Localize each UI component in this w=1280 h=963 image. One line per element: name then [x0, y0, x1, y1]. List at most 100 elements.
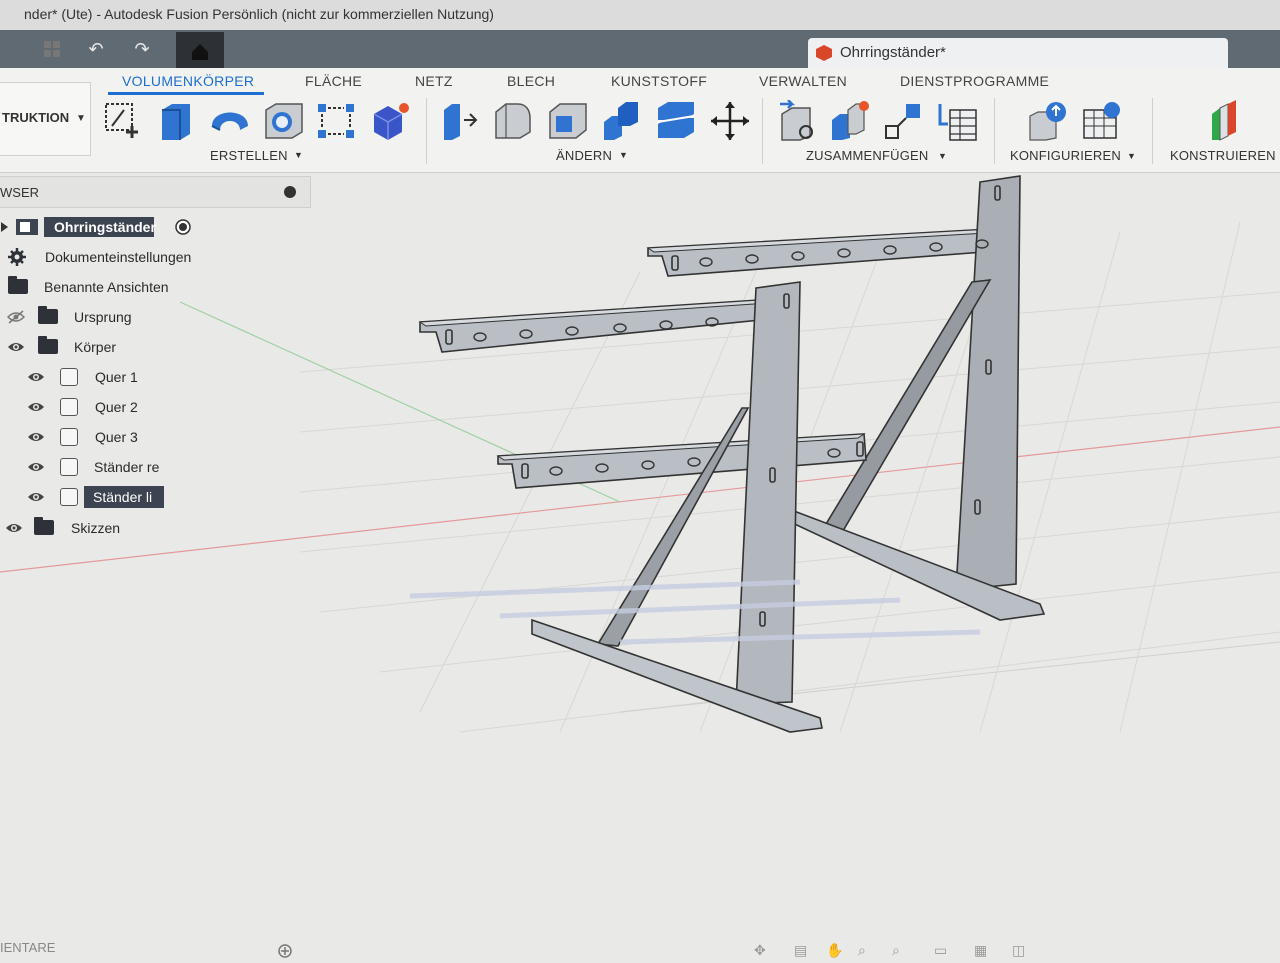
folder-icon — [38, 336, 58, 354]
eye-icon[interactable] — [5, 521, 23, 535]
eye-icon[interactable] — [27, 400, 45, 414]
tab-blech[interactable]: BLECH — [507, 73, 555, 89]
browser-header[interactable]: WSER — [0, 176, 311, 208]
split-body-icon[interactable] — [654, 100, 698, 142]
group-separator — [994, 98, 995, 164]
zoom-icon[interactable]: ⌕ — [858, 942, 874, 958]
redo-icon[interactable]: ↷ — [130, 38, 154, 60]
tree-item-ursprung[interactable]: Ursprung — [0, 304, 300, 330]
undo-icon[interactable]: ↶ — [84, 38, 108, 60]
tree-item-benannte-ansichten[interactable]: Benannte Ansichten — [0, 274, 300, 300]
tree-item-label: Skizzen — [71, 520, 121, 536]
joint-icon[interactable] — [828, 100, 872, 142]
tab-verwalten[interactable]: VERWALTEN — [759, 73, 847, 89]
tab-volumenkoerper[interactable]: VOLUMENKÖRPER — [122, 73, 254, 89]
configuration-table-icon[interactable] — [1080, 100, 1124, 142]
combine-icon[interactable] — [600, 100, 644, 142]
chevron-down-icon[interactable]: ▼ — [619, 150, 628, 160]
tab-dienstprogramme[interactable]: DIENSTPROGRAMME — [900, 73, 1049, 89]
tree-root-item[interactable]: Ohrringständer — [44, 217, 156, 237]
create-form-icon[interactable] — [368, 100, 412, 142]
group-erstellen-label[interactable]: ERSTELLEN — [210, 148, 288, 163]
tree-item-koerper[interactable]: Körper — [0, 334, 300, 360]
shell-icon[interactable] — [546, 100, 590, 142]
as-built-joint-icon[interactable] — [882, 100, 926, 142]
document-tab[interactable]: Ohrringständer* — [808, 38, 1228, 68]
tree-item-quer-3[interactable]: Quer 3 — [0, 424, 300, 450]
eye-icon[interactable] — [27, 490, 45, 504]
grid-icon[interactable] — [40, 38, 64, 60]
eye-icon[interactable] — [27, 370, 45, 384]
tree-item-staender-re[interactable]: Ständer re — [0, 454, 300, 480]
tree-item-label: Benannte Ansichten — [44, 279, 169, 295]
fit-icon[interactable]: ⌕ — [892, 942, 908, 958]
tree-item-label: Ständer re — [94, 459, 160, 475]
tree-item-quer-2[interactable]: Quer 2 — [0, 394, 300, 420]
pan-icon[interactable]: ✋ — [826, 942, 843, 958]
browser-title: WSER — [0, 185, 39, 200]
group-konstruieren-label[interactable]: KONSTRUIEREN — [1170, 148, 1276, 163]
tree-item-dokumenteinstellungen[interactable]: Dokumenteinstellungen — [0, 244, 300, 270]
eye-icon[interactable] — [27, 460, 45, 474]
component-icon — [16, 219, 38, 235]
ribbon: TRUKTION ▼ VOLUMENKÖRPER FLÄCHE NETZ BLE… — [0, 68, 1280, 173]
tab-flaeche[interactable]: FLÄCHE — [305, 73, 362, 89]
folder-icon — [34, 517, 54, 535]
grid-settings-icon[interactable]: ▦ — [974, 942, 990, 958]
construct-plane-icon[interactable] — [1206, 100, 1250, 142]
window-title: nder* (Ute) - Autodesk Fusion Persönlich… — [24, 6, 494, 22]
gear-icon — [8, 248, 26, 266]
tree-item-quer-1[interactable]: Quer 1 — [0, 364, 300, 390]
fillet-icon[interactable] — [492, 100, 536, 142]
group-zusammenfuegen-label[interactable]: ZUSAMMENFÜGEN — [806, 148, 929, 163]
workspace-switcher[interactable]: TRUKTION ▼ — [0, 82, 91, 156]
tree-item-skizzen[interactable]: Skizzen — [0, 515, 300, 541]
home-icon — [192, 44, 208, 60]
tab-netz[interactable]: NETZ — [415, 73, 453, 89]
body-icon — [60, 488, 78, 506]
revolve-icon[interactable] — [208, 100, 252, 142]
display-settings-icon[interactable]: ▭ — [934, 942, 950, 958]
eye-hidden-icon[interactable] — [7, 310, 25, 324]
group-aendern-label[interactable]: ÄNDERN — [556, 148, 612, 163]
tree-item-label: Quer 1 — [95, 369, 138, 385]
viewports-icon[interactable]: ◫ — [1012, 942, 1028, 958]
bill-of-materials-icon[interactable] — [936, 100, 980, 142]
bottom-bar: IENTARE — [0, 936, 1280, 963]
orbit-icon[interactable]: ✥ — [754, 942, 770, 958]
press-pull-icon[interactable] — [438, 100, 482, 142]
tab-kunststoff[interactable]: KUNSTSTOFF — [611, 73, 707, 89]
document-cube-icon — [816, 45, 832, 61]
move-icon[interactable] — [708, 100, 752, 142]
group-konfigurieren-label[interactable]: KONFIGURIEREN — [1010, 148, 1121, 163]
look-at-icon[interactable]: ▤ — [794, 942, 810, 958]
extrude-icon[interactable] — [154, 100, 198, 142]
new-component-icon[interactable] — [776, 100, 820, 142]
pattern-icon[interactable] — [314, 100, 358, 142]
eye-icon[interactable] — [27, 430, 45, 444]
create-sketch-icon[interactable] — [102, 100, 146, 142]
hole-icon[interactable] — [262, 100, 306, 142]
chevron-down-icon[interactable]: ▼ — [1127, 151, 1136, 161]
home-button[interactable] — [176, 32, 224, 68]
tree-root-label: Ohrringständer — [54, 219, 156, 235]
tree-item-label: Körper — [74, 339, 117, 355]
tree-item-label: Ständer li — [93, 489, 153, 505]
chevron-down-icon[interactable]: ▼ — [294, 150, 303, 160]
tree-item-label: Quer 2 — [95, 399, 138, 415]
workspace-label: TRUKTION — [2, 110, 70, 125]
group-separator — [426, 98, 427, 164]
document-title: Ohrringständer* — [840, 44, 946, 61]
panel-pin-icon[interactable] — [284, 186, 296, 198]
selected-tree-item[interactable]: Ständer li — [84, 486, 164, 508]
comments-panel-label[interactable]: IENTARE — [0, 940, 55, 955]
configure-icon[interactable] — [1026, 100, 1070, 142]
group-separator — [762, 98, 763, 164]
active-radio-icon[interactable] — [174, 218, 192, 236]
eye-icon[interactable] — [7, 340, 25, 354]
chevron-down-icon[interactable]: ▼ — [938, 151, 947, 161]
add-comment-icon[interactable] — [278, 944, 292, 958]
body-icon — [60, 428, 78, 446]
body-icon — [60, 368, 78, 386]
expand-arrow-icon[interactable] — [0, 221, 10, 233]
